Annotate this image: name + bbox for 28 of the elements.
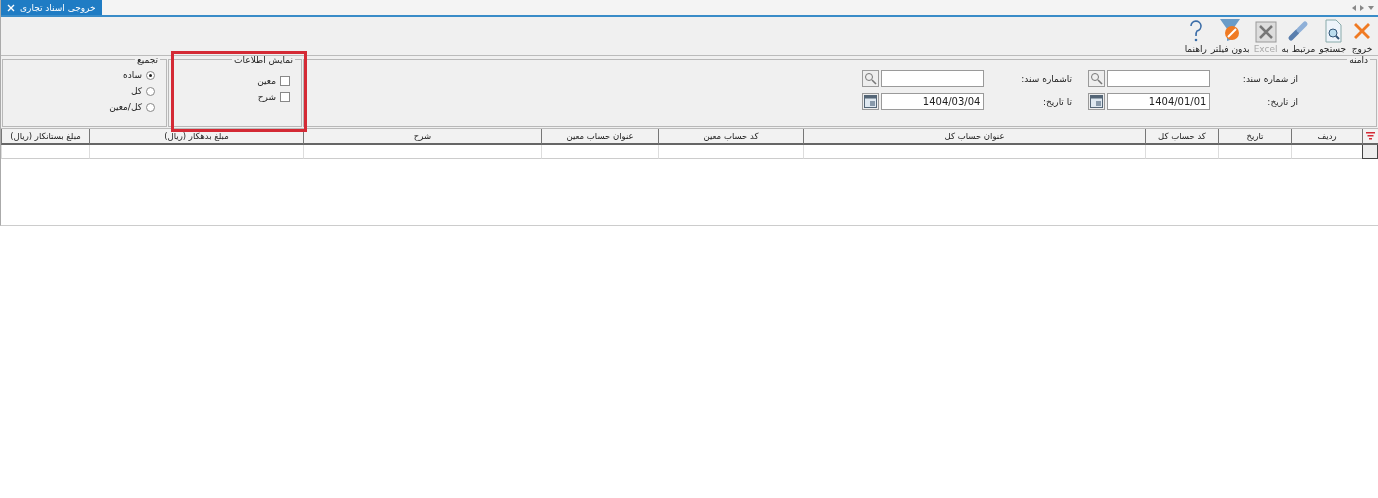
panel-title: دامنه — [1347, 56, 1370, 65]
column-header[interactable]: تاریخ — [1218, 129, 1291, 145]
column-header[interactable]: کد حساب کل — [1145, 129, 1218, 145]
input-field[interactable]: 1404/03/04 — [880, 93, 985, 110]
field-label: تا تاریخ: — [1041, 96, 1072, 107]
field-label: از تاریخ: — [1266, 96, 1298, 107]
toolbar-button[interactable]: مرتبط به — [1279, 19, 1318, 54]
radio-label: کل/معین — [109, 102, 142, 112]
column-header[interactable]: کد حساب معین — [658, 129, 803, 145]
panel-title: نمایش اطلاعات — [232, 56, 295, 65]
toolbar-button[interactable]: خروج — [1348, 19, 1376, 54]
toolbar-button[interactable]: بدون فیلتر — [1208, 17, 1252, 54]
input-field[interactable]: 1404/01/01 — [1106, 93, 1211, 110]
field-label: تاشماره سند: — [1020, 73, 1072, 84]
column-header[interactable]: ردیف — [1291, 129, 1362, 145]
radio-label: ساده — [123, 70, 142, 80]
checkbox-label: معین — [257, 76, 276, 86]
field-label: از شماره سند: — [1241, 73, 1298, 84]
column-header[interactable]: مبلغ بستانکار (ریال) — [1, 129, 89, 145]
column-header[interactable]: عنوان حساب کل — [803, 129, 1145, 145]
toolbar-button[interactable]: راهنما — [1182, 19, 1209, 54]
column-header[interactable]: عنوان حساب معین — [541, 129, 658, 145]
checkbox-label: شرح — [257, 92, 276, 102]
column-header[interactable]: شرح — [303, 129, 541, 145]
panel-title: تجمیع — [134, 56, 160, 65]
toolbar-button[interactable]: جستجو — [1317, 19, 1348, 54]
document-tab[interactable]: خروجی اسناد تجاری — [1, 0, 102, 15]
radio-label: کل — [130, 86, 142, 96]
